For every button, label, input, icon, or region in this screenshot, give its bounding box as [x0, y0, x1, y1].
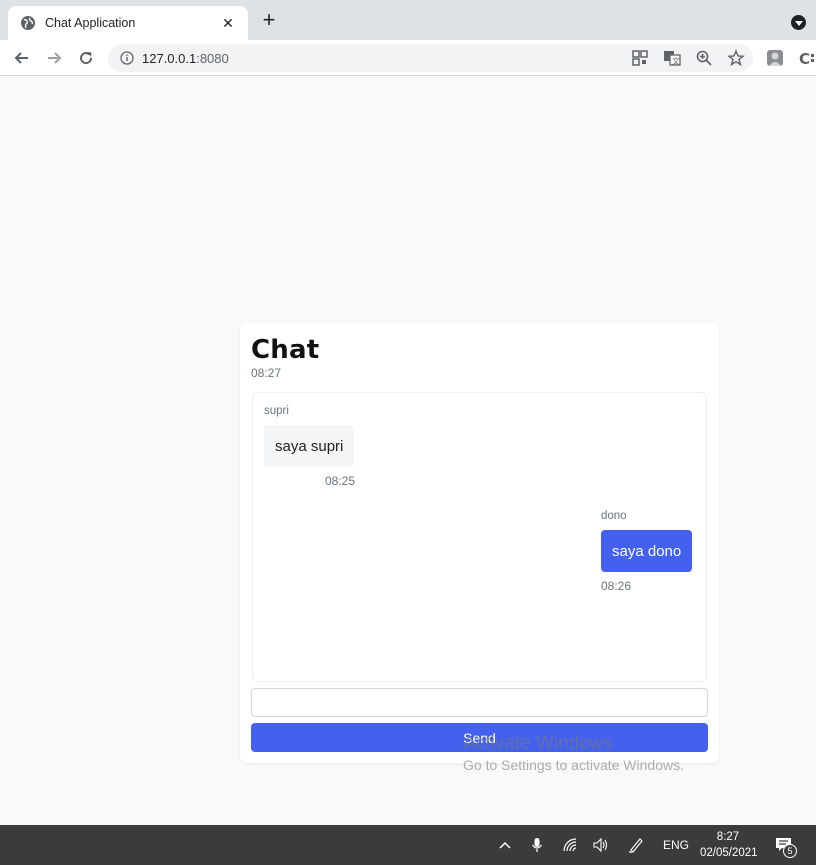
- reload-icon[interactable]: [76, 48, 96, 68]
- address-bar[interactable]: 127.0.0.1:8080 文: [108, 44, 753, 72]
- chat-current-time: 08:27: [251, 366, 282, 380]
- globe-icon: [21, 16, 35, 30]
- message-sender: supri: [264, 405, 289, 417]
- browser-tabbar: Chat Application ✕ +: [0, 0, 816, 40]
- url-host: 127.0.0.1: [142, 50, 197, 66]
- bookmark-star-icon[interactable]: [727, 49, 745, 67]
- browser-tab[interactable]: Chat Application ✕: [8, 6, 248, 40]
- watermark-title: Activate Windows: [463, 733, 613, 754]
- windows-taskbar: ENG 8:27 02/05/2021 5: [0, 825, 816, 865]
- url-port: :8080: [196, 50, 229, 66]
- svg-text:C: C: [799, 50, 810, 67]
- tab-title: Chat Application: [45, 16, 136, 30]
- new-tab-icon[interactable]: +: [259, 9, 279, 31]
- forward-icon[interactable]: [44, 48, 64, 68]
- qr-code-icon[interactable]: [631, 49, 649, 67]
- wifi-icon[interactable]: [562, 837, 578, 853]
- close-tab-icon[interactable]: ✕: [220, 15, 236, 32]
- pen-icon[interactable]: [628, 837, 644, 853]
- message-input[interactable]: [251, 688, 708, 717]
- site-info-icon[interactable]: [120, 51, 134, 65]
- profile-avatar-icon[interactable]: [766, 49, 784, 67]
- notification-count-badge: 5: [783, 844, 797, 858]
- message-bubble-outgoing: saya dono: [601, 530, 693, 572]
- message-bubble-incoming: saya supri: [264, 425, 355, 467]
- zoom-icon[interactable]: [695, 49, 713, 67]
- svg-text:文: 文: [672, 56, 680, 66]
- back-icon[interactable]: [12, 48, 32, 68]
- activate-windows-watermark: Activate Windows Go to Settings to activ…: [463, 733, 684, 773]
- chevron-up-icon[interactable]: [497, 837, 513, 853]
- message-sender: dono: [601, 510, 627, 522]
- extension-icon[interactable]: C: [798, 49, 816, 67]
- chat-title: Chat: [251, 335, 320, 365]
- taskbar-date: 02/05/2021: [700, 847, 758, 859]
- tab-search-icon[interactable]: [791, 15, 806, 30]
- taskbar-time: 8:27: [716, 831, 740, 843]
- translate-icon[interactable]: 文: [663, 49, 681, 67]
- microphone-icon[interactable]: [529, 837, 545, 853]
- volume-icon[interactable]: [592, 837, 608, 853]
- message-time: 08:25: [325, 474, 356, 488]
- browser-toolbar: 127.0.0.1:8080 文: [0, 40, 816, 76]
- input-language[interactable]: ENG: [663, 838, 689, 852]
- url-text: 127.0.0.1:8080: [142, 51, 229, 66]
- message-list[interactable]: supri saya supri 08:25 dono saya dono 08…: [252, 392, 707, 682]
- message-time: 08:26: [601, 579, 632, 593]
- taskbar-clock[interactable]: 8:27 02/05/2021: [700, 829, 758, 861]
- watermark-subtitle: Go to Settings to activate Windows.: [463, 757, 684, 773]
- chat-card: Chat 08:27 supri saya supri 08:25 dono s…: [240, 323, 719, 763]
